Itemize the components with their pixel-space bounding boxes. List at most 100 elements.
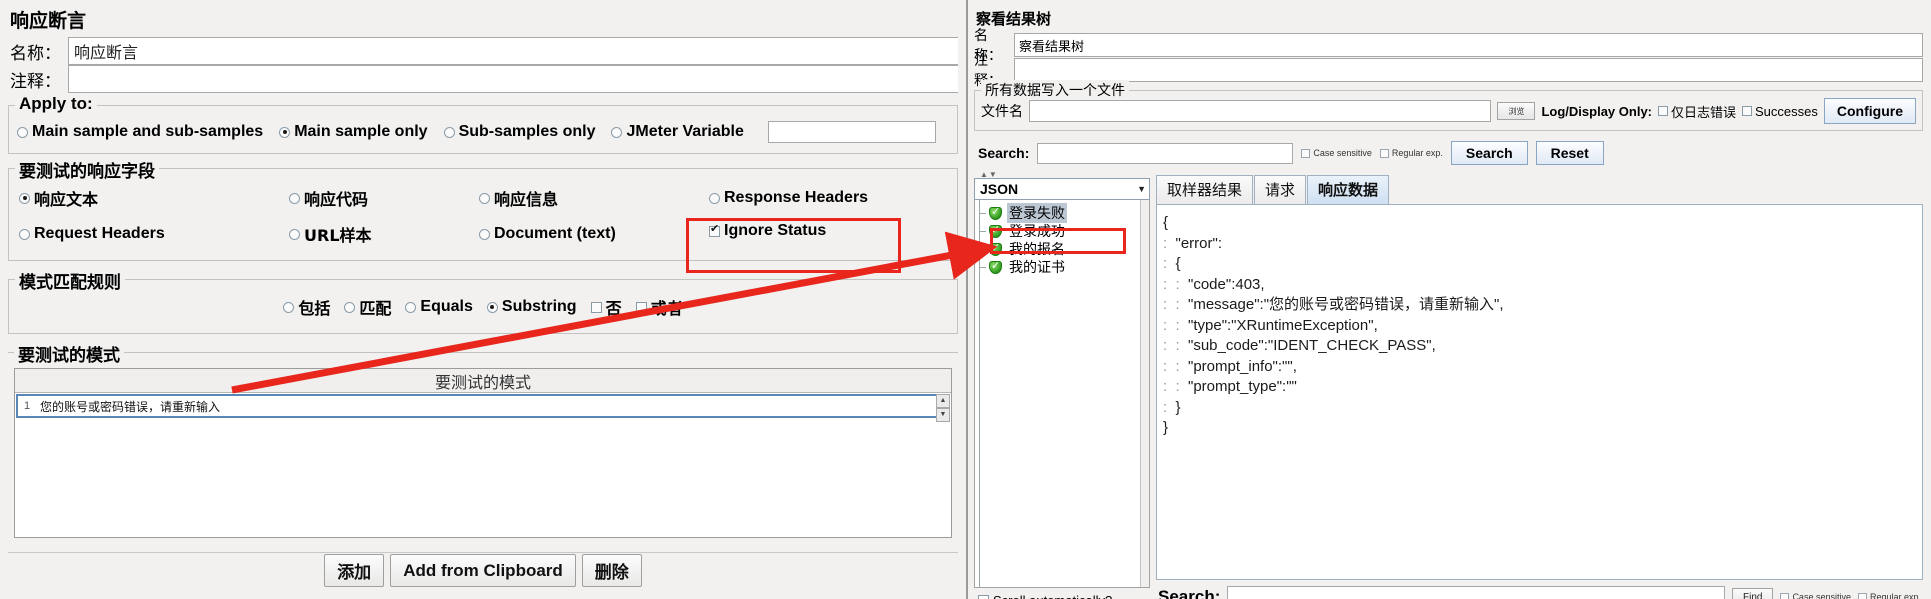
jmeter-variable-input[interactable] (767, 121, 936, 143)
patterns-scrollbar[interactable]: ▲ ▼ (936, 394, 950, 422)
checkbox-case-sensitive[interactable]: Case sensitive (1301, 148, 1372, 158)
tree-item-login-success[interactable]: 登录成功 (975, 222, 1149, 240)
radio-main-sample-only[interactable]: Main sample only (279, 123, 428, 141)
search-label: Search: (978, 145, 1030, 161)
json-line: : : "prompt_info":"", (1163, 357, 1922, 378)
tree-item-my-registration[interactable]: 我的报名 (975, 240, 1149, 258)
assertion-comment-input[interactable] (68, 65, 958, 93)
chevron-down-icon: ▼ (1137, 184, 1146, 194)
log-display-only-label: Log/Display Only: (1541, 103, 1652, 119)
apply-to-title: Apply to: (15, 94, 97, 114)
radio-response-headers[interactable]: Response Headers (709, 186, 949, 210)
radio-contains[interactable]: 包括 (283, 295, 330, 319)
patterns-group: 要测试的模式 要测试的模式 1 您的账号或密码错误，请重新输入 ▲ ▼ (8, 341, 958, 538)
results-tree[interactable]: 登录失败 登录成功 我的报名 我的证书 (974, 200, 1150, 588)
tree-connector-dash (979, 231, 986, 232)
radio-matches[interactable]: 匹配 (344, 295, 391, 319)
tree-connector-dash (979, 267, 986, 268)
radio-label: Document (text) (494, 225, 616, 242)
response-find-bar: Search: Find Case sensitive Regular exp. (1156, 580, 1923, 599)
checkbox-errors-only[interactable]: 仅日志错误 (1658, 102, 1736, 121)
tree-scrollbar[interactable] (1140, 200, 1149, 587)
json-line: : : "code":403, (1163, 275, 1922, 296)
result-tabs: 取样器结果 请求 响应数据 (1156, 175, 1923, 204)
json-text: } (1175, 398, 1181, 416)
table-row[interactable]: 1 您的账号或密码错误，请重新输入 (16, 394, 950, 418)
find-input[interactable] (1227, 586, 1725, 599)
json-text: { (1175, 255, 1181, 272)
radio-response-message[interactable]: 响应信息 (479, 186, 709, 210)
patterns-title: 要测试的模式 (14, 341, 124, 366)
results-comment-input[interactable] (1014, 58, 1923, 82)
delete-button[interactable]: 删除 (581, 554, 642, 587)
radio-sub-samples-only[interactable]: Sub-samples only (443, 123, 595, 141)
tree-item-my-certificate[interactable]: 我的证书 (975, 258, 1149, 276)
checkbox-scroll-automatically[interactable]: Scroll automatically? (974, 588, 1150, 599)
patterns-table[interactable]: 要测试的模式 1 您的账号或密码错误，请重新输入 ▲ ▼ (14, 368, 952, 538)
scroll-down-arrow-icon[interactable]: ▼ (936, 408, 950, 422)
json-line: : : "message":"您的账号或密码错误，请重新输入", (1163, 295, 1922, 316)
radio-response-text[interactable]: 响应文本 (19, 186, 289, 210)
splitter-handle[interactable]: ▲▼ (974, 170, 1923, 179)
json-line: } (1163, 418, 1922, 439)
response-detail-column: 取样器结果 请求 响应数据 { : "error": : { : : "code… (1156, 175, 1923, 599)
json-indent: : : (1163, 296, 1189, 313)
radio-dot-icon (443, 126, 455, 138)
radio-dot-icon (19, 228, 30, 240)
tree-item-login-failed[interactable]: 登录失败 (975, 203, 1149, 223)
json-text: } (1163, 419, 1169, 436)
radio-label: Substring (501, 298, 577, 315)
json-indent: : (1163, 255, 1176, 272)
browse-button[interactable]: 浏览 (1497, 102, 1536, 120)
checkbox-not[interactable]: 否 (590, 295, 622, 319)
add-from-clipboard-button[interactable]: Add from Clipboard (390, 554, 576, 587)
radio-url-sample[interactable]: URL样本 (289, 222, 479, 246)
search-input[interactable] (1037, 142, 1294, 164)
radio-dot-icon (479, 192, 490, 204)
checkbox-or[interactable]: 或者 (635, 295, 683, 319)
radio-jmeter-variable[interactable]: JMeter Variable (611, 123, 744, 141)
renderer-select[interactable]: JSON ▼ (974, 178, 1150, 200)
json-indent: : : (1163, 378, 1189, 395)
radio-substring[interactable]: Substring (486, 298, 577, 316)
response-data-viewer[interactable]: { : "error": : { : : "code":403, : : "me… (1156, 204, 1923, 580)
checkbox-regular-exp[interactable]: Regular exp. (1379, 148, 1443, 158)
add-button[interactable]: 添加 (324, 554, 385, 587)
scroll-up-arrow-icon[interactable]: ▲ (936, 394, 950, 408)
checkbox-label: Regular exp. (1869, 592, 1921, 599)
checkbox-ignore-status[interactable]: Ignore Status (709, 222, 826, 240)
checkbox-find-regular-exp[interactable]: Regular exp. (1857, 592, 1921, 599)
json-line: : "error": (1163, 234, 1922, 255)
find-button[interactable]: Find (1731, 587, 1774, 599)
success-shield-icon (989, 259, 1002, 274)
json-line: : { (1163, 254, 1922, 275)
tree-item-label: 登录失败 (1007, 203, 1067, 223)
radio-dot-icon (479, 228, 490, 240)
radio-dot-icon (709, 192, 720, 204)
search-button[interactable]: Search (1450, 141, 1528, 165)
results-name-row: 名称： 察看结果树 (968, 28, 1929, 64)
results-content-area: JSON ▼ 登录失败 登录成功 (974, 175, 1923, 599)
json-indent: : : (1163, 337, 1189, 354)
reset-button[interactable]: Reset (1535, 141, 1604, 165)
checkbox-box-icon (635, 301, 647, 313)
radio-response-code[interactable]: 响应代码 (289, 186, 479, 210)
tab-response-data[interactable]: 响应数据 (1307, 175, 1390, 204)
radio-equals[interactable]: Equals (405, 298, 473, 316)
radio-request-headers[interactable]: Request Headers (19, 222, 289, 246)
radio-main-sample-and-sub-samples[interactable]: Main sample and sub-samples (17, 123, 263, 141)
checkbox-box-icon (709, 223, 720, 237)
configure-button[interactable]: Configure (1823, 98, 1916, 124)
checkbox-successes[interactable]: Successes (1742, 104, 1818, 119)
checkbox-find-case-sensitive[interactable]: Case sensitive (1780, 592, 1851, 599)
assertion-name-input[interactable]: 响应断言 (68, 37, 958, 65)
radio-label: Main sample and sub-samples (32, 123, 264, 140)
pattern-value-cell[interactable]: 您的账号或密码错误，请重新输入 (36, 398, 948, 415)
radio-document-text[interactable]: Document (text) (479, 222, 709, 246)
tab-request[interactable]: 请求 (1254, 175, 1307, 204)
filename-input[interactable] (1029, 100, 1492, 122)
pattern-rule-options: 包括 匹配 Equals Substring 否 或者 (13, 287, 953, 327)
tab-sampler-result[interactable]: 取样器结果 (1156, 175, 1254, 204)
results-name-input[interactable]: 察看结果树 (1014, 33, 1923, 57)
radio-label: 包括 (298, 299, 331, 318)
